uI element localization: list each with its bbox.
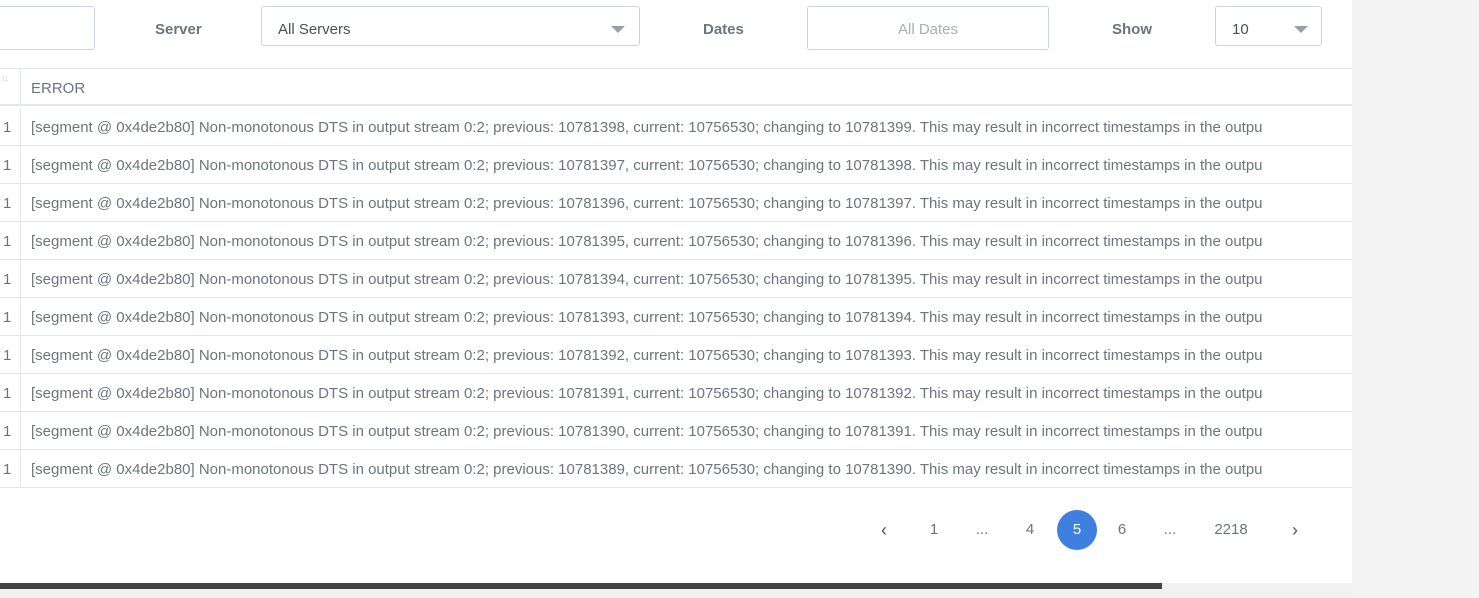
table-row: 1 [segment @ 0x4de2b80] Non-monotonous D…: [0, 108, 1352, 146]
column-divider: [20, 298, 21, 335]
table-row: 1 [segment @ 0x4de2b80] Non-monotonous D…: [0, 146, 1352, 184]
column-divider: [20, 184, 21, 221]
last-page-button[interactable]: 2218: [1209, 510, 1253, 550]
table-row: 1 [segment @ 0x4de2b80] Non-monotonous D…: [0, 336, 1352, 374]
row-id-cell: 1: [3, 347, 12, 364]
prev-page-button[interactable]: ‹: [874, 510, 894, 550]
row-id-cell: 1: [3, 195, 12, 212]
column-divider: [20, 260, 21, 297]
error-cell: [segment @ 0x4de2b80] Non-monotonous DTS…: [31, 423, 1263, 440]
error-cell: [segment @ 0x4de2b80] Non-monotonous DTS…: [31, 157, 1263, 174]
error-column-header[interactable]: ERROR: [31, 80, 85, 97]
dates-placeholder: All Dates: [897, 21, 959, 38]
column-divider: [20, 69, 21, 104]
horizontal-scrollbar-thumb[interactable]: [0, 583, 1162, 589]
table-header: ↑↓ ERROR: [0, 68, 1352, 106]
dates-input[interactable]: All Dates: [807, 6, 1049, 50]
error-cell: [segment @ 0x4de2b80] Non-monotonous DTS…: [31, 347, 1263, 364]
table-row: 1 [segment @ 0x4de2b80] Non-monotonous D…: [0, 450, 1352, 488]
show-label: Show: [1112, 21, 1152, 38]
column-divider: [20, 374, 21, 411]
row-id-cell: 1: [3, 157, 12, 174]
logs-panel: Server All Servers Dates All Dates Show …: [0, 0, 1352, 583]
show-select-value: 10: [1232, 21, 1249, 38]
column-divider: [20, 450, 21, 487]
table-row: 1 [segment @ 0x4de2b80] Non-monotonous D…: [0, 222, 1352, 260]
chevron-down-icon: [611, 26, 625, 33]
column-divider: [20, 336, 21, 373]
error-cell: [segment @ 0x4de2b80] Non-monotonous DTS…: [31, 309, 1263, 326]
error-cell: [segment @ 0x4de2b80] Non-monotonous DTS…: [31, 233, 1263, 250]
row-id-cell: 1: [3, 233, 12, 250]
page-6-button[interactable]: 6: [1112, 510, 1132, 550]
server-select-value: All Servers: [278, 21, 351, 38]
search-input[interactable]: [0, 6, 95, 50]
table-row: 1 [segment @ 0x4de2b80] Non-monotonous D…: [0, 184, 1352, 222]
column-divider: [20, 108, 21, 145]
table-row: 1 [segment @ 0x4de2b80] Non-monotonous D…: [0, 260, 1352, 298]
table-row: 1 [segment @ 0x4de2b80] Non-monotonous D…: [0, 374, 1352, 412]
row-id-cell: 1: [3, 119, 12, 136]
error-cell: [segment @ 0x4de2b80] Non-monotonous DTS…: [31, 195, 1263, 212]
server-select[interactable]: All Servers: [261, 6, 640, 46]
column-divider: [20, 146, 21, 183]
error-cell: [segment @ 0x4de2b80] Non-monotonous DTS…: [31, 461, 1263, 478]
error-cell: [segment @ 0x4de2b80] Non-monotonous DTS…: [31, 271, 1263, 288]
page-ellipsis: ...: [1163, 521, 1177, 538]
column-divider: [20, 222, 21, 259]
page-1-button[interactable]: 1: [924, 510, 944, 550]
page-5-button[interactable]: 5: [1057, 510, 1097, 550]
row-id-cell: 1: [3, 271, 12, 288]
next-page-button[interactable]: ›: [1285, 510, 1305, 550]
table-row: 1 [segment @ 0x4de2b80] Non-monotonous D…: [0, 298, 1352, 336]
server-label: Server: [155, 21, 202, 38]
dates-label: Dates: [703, 21, 744, 38]
row-id-cell: 1: [3, 461, 12, 478]
row-id-cell: 1: [3, 385, 12, 402]
row-id-cell: 1: [3, 423, 12, 440]
column-divider: [20, 412, 21, 449]
row-id-cell: 1: [3, 309, 12, 326]
show-select[interactable]: 10: [1215, 6, 1322, 46]
page-4-button[interactable]: 4: [1020, 510, 1040, 550]
sort-icon[interactable]: ↑↓: [1, 73, 9, 83]
table-row: 1 [segment @ 0x4de2b80] Non-monotonous D…: [0, 412, 1352, 450]
error-cell: [segment @ 0x4de2b80] Non-monotonous DTS…: [31, 385, 1263, 402]
page-ellipsis: ...: [975, 521, 989, 538]
chevron-down-icon: [1294, 26, 1308, 33]
error-cell: [segment @ 0x4de2b80] Non-monotonous DTS…: [31, 119, 1263, 136]
